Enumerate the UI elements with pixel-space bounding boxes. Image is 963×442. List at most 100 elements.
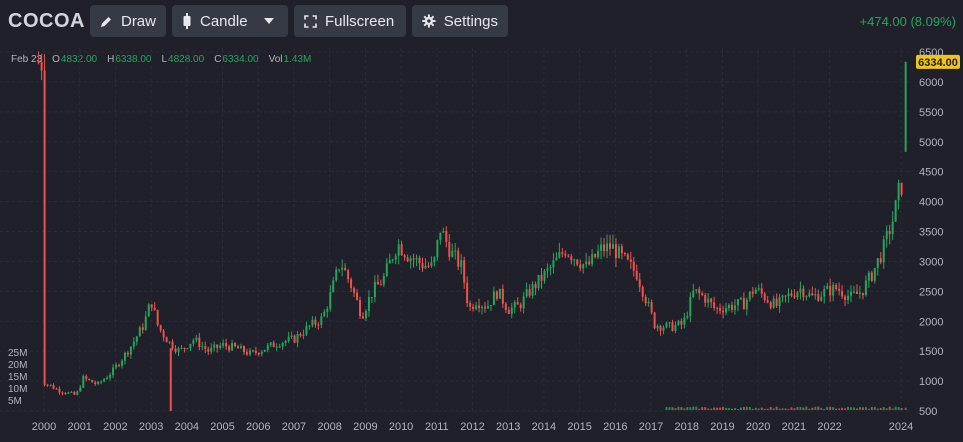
candle-body [308, 325, 311, 327]
x-tick-label: 2010 [389, 421, 413, 433]
draw-button[interactable]: Draw [90, 5, 166, 37]
candle-body [293, 335, 296, 343]
x-tick-label: 2002 [103, 421, 127, 433]
candle-body [314, 319, 317, 325]
candle-body [37, 61, 40, 63]
candle-body [394, 255, 397, 260]
candle-body [763, 293, 766, 301]
candle-body [808, 293, 811, 297]
candle-body [617, 246, 620, 259]
volume-bar [790, 407, 793, 410]
candle-body [344, 267, 347, 271]
price-chart[interactable]: 6500600055005000450040003500300025002000… [0, 44, 963, 442]
candle-body [823, 288, 826, 297]
candle-body [281, 342, 284, 347]
candle-body [418, 257, 421, 264]
candle-body [347, 270, 350, 280]
candle-body [486, 305, 489, 309]
volume-bar [692, 406, 695, 410]
toolbar: COCOA Draw Candle Fullscreen Settings +4… [0, 0, 963, 44]
candle-body [891, 221, 894, 235]
candle-body [73, 391, 76, 395]
candle-body [867, 272, 870, 281]
volume-bar [668, 407, 671, 410]
x-tick-label: 2013 [496, 421, 520, 433]
x-tick-label: 2017 [639, 421, 663, 433]
candle-body [516, 302, 519, 305]
candle-body [305, 325, 308, 335]
candle-body [341, 267, 344, 270]
volume-bar [870, 407, 873, 410]
candle-body [364, 310, 367, 319]
candle-body [70, 391, 73, 393]
candle-body [245, 352, 248, 355]
settings-button[interactable]: Settings [412, 5, 508, 37]
candle-button[interactable]: Candle [172, 5, 288, 37]
candle-body [248, 350, 251, 355]
volume-bar [814, 406, 817, 410]
volume-bar [805, 406, 808, 410]
candle-body [82, 375, 85, 388]
candle-body [597, 250, 600, 258]
candle-body [144, 316, 147, 330]
volume-bar [784, 408, 787, 410]
candle-body [382, 275, 385, 285]
volume-bar [867, 408, 870, 410]
x-tick-label: 2022 [817, 421, 841, 433]
volume-bar [835, 408, 838, 410]
candle-body [805, 296, 808, 298]
volume-bar [763, 408, 766, 410]
volume-bar [751, 408, 754, 410]
volume-bar [730, 408, 733, 410]
candle-body [275, 346, 278, 348]
volume-bar [674, 408, 677, 410]
candle-body [260, 351, 263, 355]
volume-bar [689, 407, 692, 410]
candle-body [692, 290, 695, 297]
candle-body [311, 319, 314, 326]
candle-body [656, 325, 659, 329]
candle-body [513, 302, 516, 308]
volume-bar [879, 408, 882, 410]
candle-body [436, 240, 439, 258]
candle-body [879, 258, 882, 263]
candle-body [844, 296, 847, 300]
volume-bar [817, 406, 820, 410]
candle-body [424, 265, 427, 269]
candle-body [204, 346, 207, 350]
candle-body [683, 317, 686, 325]
candle-body [510, 307, 513, 314]
volume-bar [725, 407, 728, 410]
candle-body [850, 291, 852, 296]
candle-body [43, 70, 46, 385]
candle-body [555, 257, 558, 261]
candle-body [650, 301, 653, 313]
y-tick-label: 2000 [919, 316, 943, 328]
volume-bar [850, 407, 852, 410]
candle-body [67, 392, 70, 394]
y-tick-label: 3000 [919, 256, 943, 268]
candle-body [585, 261, 588, 265]
volume-bar [888, 406, 891, 410]
candle-body [376, 281, 379, 285]
candle-body [710, 298, 713, 303]
candle-body [632, 261, 635, 271]
candle-body [841, 290, 844, 297]
candle-body [799, 288, 802, 293]
volume-bar [897, 407, 900, 410]
volume-bar [873, 407, 876, 410]
fullscreen-button[interactable]: Fullscreen [294, 5, 406, 37]
gear-icon [422, 14, 436, 28]
candle-body [439, 232, 442, 241]
candle-body [778, 297, 781, 307]
candle-body [736, 299, 739, 306]
candle-body [397, 244, 400, 256]
candle-body [225, 343, 228, 347]
candle-body [138, 327, 141, 337]
candle-body [61, 392, 64, 394]
candle-body [475, 305, 478, 310]
candle-body [186, 348, 189, 350]
volume-bar [885, 408, 888, 410]
candle-body [171, 341, 174, 349]
volume-bar [891, 408, 894, 410]
